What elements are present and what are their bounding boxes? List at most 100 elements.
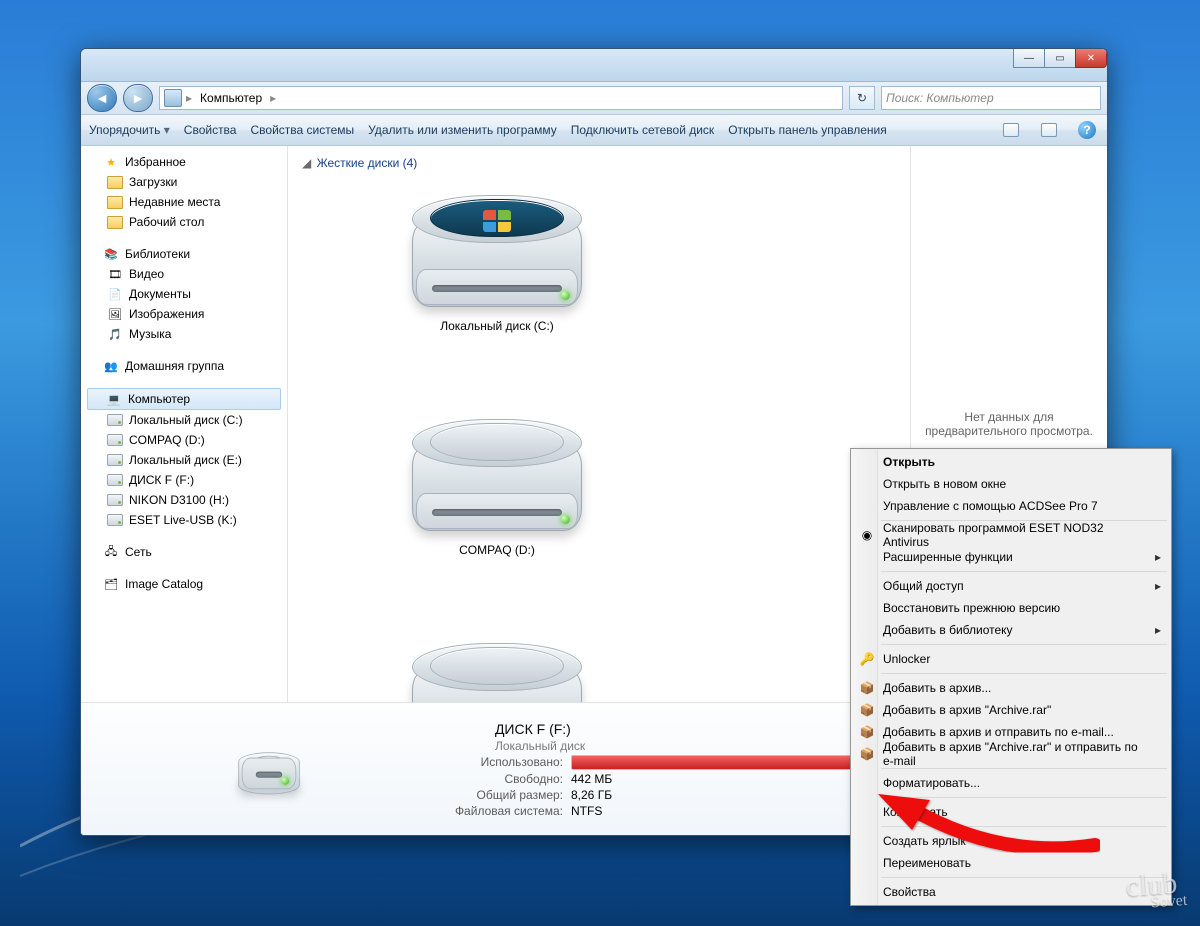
catalog-icon: 🗂 [103,576,119,592]
video-icon: 🎞 [107,266,123,282]
sidebar-item-downloads[interactable]: Загрузки [85,172,283,192]
sidebar-item-documents[interactable]: 📄Документы [85,284,283,304]
open-control-panel-button[interactable]: Открыть панель управления [728,123,887,137]
details-used-label: Использовано: [455,755,563,769]
sidebar-image-catalog-header[interactable]: 🗂Image Catalog [85,574,283,594]
ctx-add-to-library[interactable]: Добавить в библиотеку▸ [853,619,1169,641]
navigation-bar: ◄ ► ▸ Компьютер ▸ ↻ Поиск: Компьютер [81,82,1107,115]
properties-button[interactable]: Свойства [184,123,237,137]
windows-logo-icon [483,210,511,232]
drive-c[interactable]: Локальный диск (C:) [340,176,654,340]
preview-empty-message: Нет данных для предварительного просмотр… [919,410,1099,438]
ctx-format[interactable]: Форматировать... [853,772,1169,794]
back-button[interactable]: ◄ [87,84,117,112]
ctx-rar-add-named[interactable]: 📦Добавить в архив "Archive.rar" [853,699,1169,721]
breadcrumb-separator: ▸ [270,91,276,105]
disk-icon [107,472,123,488]
details-fs-label: Файловая система: [455,804,563,818]
close-button[interactable]: ✕ [1075,49,1107,68]
uninstall-program-button[interactable]: Удалить или изменить программу [368,123,557,137]
group-header-hdd[interactable]: ◢ Жесткие диски (4) [300,154,898,176]
document-icon: 📄 [107,286,123,302]
eset-icon: ◉ [859,527,875,543]
drive-label: Локальный диск (C:) [347,319,647,333]
drive-e[interactable]: Локальный диск (E:) [340,624,654,702]
sidebar-network-header[interactable]: 🖧Сеть [85,542,283,562]
ctx-open[interactable]: Открыть [853,451,1169,473]
computer-icon: 💻 [106,391,122,407]
sidebar-item-recent[interactable]: Недавние места [85,192,283,212]
libraries-icon: 📚 [103,246,119,262]
computer-icon [164,89,182,107]
network-icon: 🖧 [103,544,119,560]
ctx-acdsee[interactable]: Управление с помощью ACDSee Pro 7 [853,495,1169,517]
view-options-button[interactable] [999,118,1023,142]
sidebar-item-video[interactable]: 🎞Видео [85,264,283,284]
ctx-rar-add[interactable]: 📦Добавить в архив... [853,677,1169,699]
content-area[interactable]: ◢ Жесткие диски (4) Локальный диск (C:) … [288,146,910,702]
ctx-eset-scan[interactable]: ◉Сканировать программой ESET NOD32 Antiv… [853,524,1169,546]
sidebar-computer-header[interactable]: 💻Компьютер [87,388,281,410]
ctx-advanced[interactable]: Расширенные функции▸ [853,546,1169,568]
help-button[interactable]: ? [1075,118,1099,142]
maximize-button[interactable]: ▭ [1044,49,1076,68]
folder-icon [107,194,123,210]
disk-icon [107,492,123,508]
ctx-create-shortcut[interactable]: Создать ярлык [853,830,1169,852]
command-bar: Упорядочить Свойства Свойства системы Уд… [81,115,1107,146]
breadcrumb-computer[interactable]: Компьютер [196,91,266,105]
winrar-icon: 📦 [859,702,875,718]
ctx-properties[interactable]: Свойства [853,881,1169,903]
hard-disk-icon [229,742,308,797]
hard-disk-icon [402,631,592,702]
map-network-drive-button[interactable]: Подключить сетевой диск [571,123,714,137]
disk-icon [107,452,123,468]
system-properties-button[interactable]: Свойства системы [250,123,354,137]
image-icon: 🖼 [107,306,123,322]
ctx-copy[interactable]: Копировать [853,801,1169,823]
ctx-restore-version[interactable]: Восстановить прежнюю версию [853,597,1169,619]
refresh-button[interactable]: ↻ [849,86,875,110]
submenu-arrow-icon: ▸ [1155,550,1161,564]
disk-icon [107,512,123,528]
sidebar-item-drive-c[interactable]: Локальный диск (C:) [85,410,283,430]
titlebar[interactable]: — ▭ ✕ [81,49,1107,82]
address-bar[interactable]: ▸ Компьютер ▸ [159,86,843,110]
folder-icon [107,214,123,230]
sidebar-libraries-header[interactable]: 📚Библиотеки [85,244,283,264]
organize-menu[interactable]: Упорядочить [89,123,170,137]
hard-disk-icon [402,183,592,313]
submenu-arrow-icon: ▸ [1155,579,1161,593]
details-total-label: Общий размер: [455,788,563,802]
preview-pane-button[interactable] [1037,118,1061,142]
sidebar-item-images[interactable]: 🖼Изображения [85,304,283,324]
submenu-arrow-icon: ▸ [1155,623,1161,637]
forward-button[interactable]: ► [123,84,153,112]
details-free-label: Свободно: [455,772,563,786]
sidebar-item-drive-d[interactable]: COMPAQ (D:) [85,430,283,450]
sidebar-item-drive-k[interactable]: ESET Live-USB (K:) [85,510,283,530]
sidebar-item-drive-e[interactable]: Локальный диск (E:) [85,450,283,470]
winrar-icon: 📦 [859,746,875,762]
navigation-pane: ★Избранное Загрузки Недавние места Рабоч… [81,146,288,702]
sidebar-item-drive-h[interactable]: NIKON D3100 (H:) [85,490,283,510]
sidebar-item-desktop[interactable]: Рабочий стол [85,212,283,232]
ctx-share[interactable]: Общий доступ▸ [853,575,1169,597]
search-input[interactable]: Поиск: Компьютер [881,86,1101,110]
drive-label: COMPAQ (D:) [347,543,647,557]
minimize-button[interactable]: — [1013,49,1045,68]
homegroup-icon: 👥 [103,358,119,374]
unlocker-icon: 🔑 [859,651,875,667]
ctx-unlocker[interactable]: 🔑Unlocker [853,648,1169,670]
hard-disk-icon [402,407,592,537]
music-icon: 🎵 [107,326,123,342]
ctx-rename[interactable]: Переименовать [853,852,1169,874]
sidebar-item-music[interactable]: 🎵Музыка [85,324,283,344]
ctx-rar-named-email[interactable]: 📦Добавить в архив "Archive.rar" и отправ… [853,743,1169,765]
sidebar-homegroup-header[interactable]: 👥Домашняя группа [85,356,283,376]
sidebar-item-drive-f[interactable]: ДИСК F (F:) [85,470,283,490]
drive-d[interactable]: COMPAQ (D:) [340,400,654,564]
ctx-open-new-window[interactable]: Открыть в новом окне [853,473,1169,495]
sidebar-favorites-header[interactable]: ★Избранное [85,152,283,172]
breadcrumb-separator: ▸ [186,91,192,105]
